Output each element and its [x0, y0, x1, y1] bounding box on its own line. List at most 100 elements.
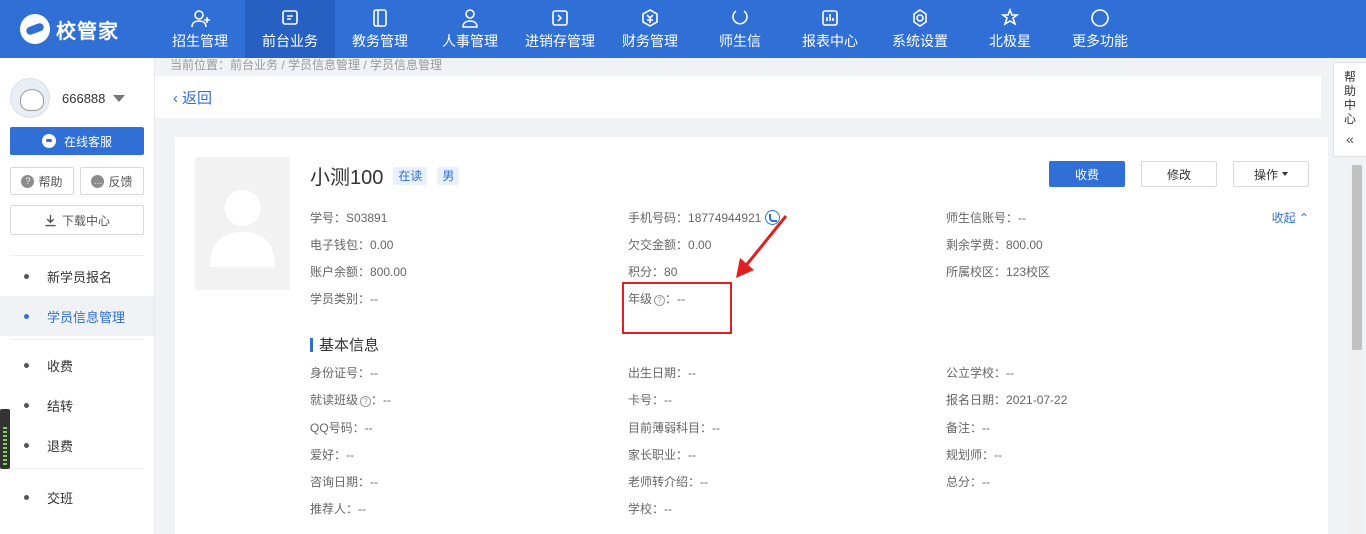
sidebar-menu-item[interactable]: 交班 — [0, 477, 154, 517]
sidebar-menu-label: 退费 — [47, 438, 74, 454]
sidebar-menu-item[interactable]: 结转 — [0, 385, 154, 425]
caret-down-icon — [1282, 172, 1288, 176]
bullet-icon — [24, 442, 29, 448]
sidebar-menu-item[interactable]: 退费 — [0, 425, 154, 465]
more-icon — [1089, 7, 1111, 29]
star-icon — [999, 7, 1021, 29]
nav-item[interactable]: 人事管理 — [425, 0, 515, 58]
field-public-school: 公立学校：-- — [946, 366, 1015, 380]
bullet-icon — [24, 494, 29, 500]
divider — [10, 468, 144, 469]
online-service-label: 在线客服 — [63, 134, 112, 149]
scrollbar-thumb[interactable] — [1352, 165, 1362, 350]
question-icon: ? — [21, 174, 35, 188]
user-profile[interactable]: 666888 — [0, 58, 154, 122]
nav-item[interactable]: 更多功能 — [1055, 0, 1145, 58]
student-photo[interactable] — [195, 157, 290, 290]
inventory-icon — [549, 7, 571, 29]
divider — [10, 339, 144, 340]
sidebar-menu-item[interactable]: 新学员报名 — [0, 256, 154, 296]
sidebar-menu-item[interactable]: 学员信息管理 — [0, 296, 154, 336]
help-button[interactable]: ? 帮助 — [10, 167, 74, 195]
sidebar-menu-item[interactable]: 收费 — [0, 345, 154, 385]
user-plus-icon — [189, 7, 211, 29]
nav-item[interactable]: 前台业务 — [245, 0, 335, 58]
sidebar: 666888 在线客服 ? 帮助 … 反馈 下载中心 新学员报名学员信息管理 收… — [0, 58, 155, 534]
charge-button[interactable]: 收费 — [1049, 161, 1125, 187]
nav-item[interactable]: 进销存管理 — [515, 0, 605, 58]
collapse-toggle[interactable]: 收起 ⌃ — [1272, 209, 1309, 226]
chat-icon — [729, 7, 751, 29]
field-teacher-account: 师生信账号：-- — [946, 211, 1027, 225]
menu-group-enroll: 新学员报名学员信息管理 — [0, 256, 154, 336]
field-category: 学员类别：-- — [310, 292, 379, 306]
field-school: 学校：-- — [628, 502, 673, 516]
student-detail-card: 小测100 在读 男 收费 修改 操作 收起 ⌃ 学号：S03891 手机号码：… — [175, 137, 1328, 534]
person-icon — [459, 7, 481, 29]
online-service-button[interactable]: 在线客服 — [10, 127, 144, 155]
nav-item-label: 更多功能 — [1072, 33, 1128, 49]
nav-item-label: 报表中心 — [802, 33, 858, 49]
section-title: 基本信息 — [319, 337, 380, 354]
help-center-char: 助 — [1343, 84, 1356, 98]
chevron-up-icon: ⌃ — [1298, 211, 1309, 225]
question-circle-icon[interactable]: ? — [360, 396, 372, 407]
field-signup-date: 报名日期：2021-07-22 — [946, 393, 1068, 407]
field-score: 总分：-- — [946, 475, 991, 489]
student-name: 小测100 — [310, 167, 384, 189]
field-parent-job: 家长职业：-- — [628, 448, 697, 462]
operate-dropdown[interactable]: 操作 — [1233, 161, 1309, 187]
menu-group-finance: 收费 结转退费 — [0, 345, 154, 465]
avatar[interactable] — [10, 78, 50, 118]
field-weak-subject: 目前薄弱科目：-- — [628, 421, 721, 435]
audio-level-widget — [0, 409, 10, 469]
back-button[interactable]: ‹ 返回 — [173, 87, 212, 108]
report-icon — [819, 7, 841, 29]
app-logo[interactable]: 校管家 — [0, 0, 155, 58]
download-center-button[interactable]: 下载中心 — [10, 205, 144, 235]
nav-item-label: 师生信 — [719, 33, 761, 49]
nav-item[interactable]: 财务管理 — [605, 0, 695, 58]
nav-item[interactable]: 系统设置 — [875, 0, 965, 58]
sidebar-menu-label: 新学员报名 — [47, 269, 113, 285]
field-class: 就读班级? ：-- — [310, 393, 392, 407]
yuan-icon — [639, 7, 661, 29]
field-consult-date: 咨询日期：-- — [310, 475, 379, 489]
edit-button[interactable]: 修改 — [1141, 161, 1217, 187]
nav-item-label: 系统设置 — [892, 33, 948, 49]
nav-item[interactable]: 师生信 — [695, 0, 785, 58]
feedback-button[interactable]: … 反馈 — [80, 167, 144, 195]
field-campus: 所属校区：123校区 — [946, 265, 1051, 279]
annotation-highlight-box — [622, 282, 732, 334]
nav-item[interactable]: 报表中心 — [785, 0, 875, 58]
help-center-char: 中 — [1343, 98, 1356, 112]
annotation-arrow-icon — [736, 215, 788, 278]
bullet-icon — [24, 313, 29, 319]
field-points: 积分：80 — [628, 265, 678, 279]
section-accent-bar — [310, 337, 313, 352]
logo-icon — [20, 14, 50, 44]
collapse-label: 收起 — [1271, 211, 1296, 225]
sidebar-menu-label: 学员信息管理 — [47, 309, 126, 325]
bullet-icon — [24, 402, 29, 408]
nav-item[interactable]: 北极星 — [965, 0, 1055, 58]
field-card-no: 卡号：-- — [628, 393, 673, 407]
breadcrumb: 当前位置：前台业务 / 学员信息管理 / 学员信息管理 — [170, 58, 443, 72]
username: 666888 — [62, 90, 106, 106]
help-center-tab[interactable]: 帮 助 中 心 « — [1333, 62, 1366, 157]
page-scrollbar[interactable] — [1350, 165, 1364, 534]
back-bar: ‹ 返回 — [155, 76, 1321, 118]
nav-item-label: 北极星 — [989, 33, 1031, 49]
field-id-no: 身份证号：-- — [310, 366, 379, 380]
nav-item[interactable]: 教务管理 — [335, 0, 425, 58]
main-nav: 招生管理 前台业务 教务管理 人事管理 进销存管理 财务管理 师生信 报表中心 系统设置 北极星 更… — [155, 0, 1145, 58]
chevron-down-icon[interactable] — [113, 94, 126, 102]
book-icon — [369, 7, 391, 29]
chevron-left-icon: ‹ — [173, 89, 178, 107]
nav-item[interactable]: 招生管理 — [155, 0, 245, 58]
help-center-char: 帮 — [1343, 70, 1356, 84]
back-label: 返回 — [182, 89, 213, 107]
settings-icon — [909, 7, 931, 29]
sidebar-menu-label: 交班 — [47, 490, 74, 506]
help-center-char: 心 — [1343, 112, 1356, 126]
